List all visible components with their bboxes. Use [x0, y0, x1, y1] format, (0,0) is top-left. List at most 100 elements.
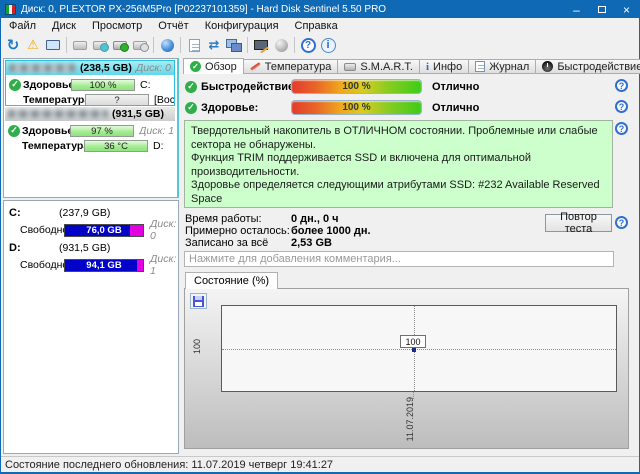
- disk-clock-icon[interactable]: [90, 35, 110, 55]
- title-bar: Диск: 0, PLEXTOR PX-256M5Pro [P022371013…: [1, 1, 639, 18]
- help-icon[interactable]: [615, 79, 628, 92]
- tab-log[interactable]: Журнал: [469, 59, 536, 74]
- tab-label: S.M.A.R.T.: [360, 61, 413, 73]
- tab-info[interactable]: Инфо: [420, 59, 469, 74]
- drive-letter: D:: [153, 140, 164, 152]
- partition-disk-number: Диск: 1: [150, 253, 178, 277]
- menu-view[interactable]: Просмотр: [84, 18, 150, 34]
- volume-label: [Восстанов: [154, 94, 174, 106]
- disk-name-blurred: [9, 64, 76, 72]
- health-meter: 100 %: [291, 100, 422, 115]
- assessment-line: Функция TRIM поддерживается SSD и включе…: [191, 152, 606, 179]
- menu-report[interactable]: Отчёт: [150, 18, 196, 34]
- warning-icon[interactable]: [23, 35, 43, 55]
- app-window: Диск: 0, PLEXTOR PX-256M5Pro [P022371013…: [0, 0, 640, 474]
- toolbar-separator: [153, 37, 154, 53]
- partition-entry-d[interactable]: D: (931,5 GB) Свободно 94,1 GB Диск: 1: [4, 241, 178, 273]
- minimize-button[interactable]: –: [564, 1, 589, 18]
- close-button[interactable]: ×: [614, 1, 639, 18]
- tab-temperature[interactable]: Температура: [244, 59, 339, 74]
- disk-search-icon[interactable]: [130, 35, 150, 55]
- tab-bar: Обзор Температура S.M.A.R.T. Инфо Журнал…: [183, 58, 640, 74]
- check-icon: [185, 102, 197, 114]
- toolbar-separator: [247, 37, 248, 53]
- retest-button[interactable]: Повтор теста: [545, 214, 612, 232]
- help-icon[interactable]: [298, 35, 318, 55]
- tab-label: Температура: [265, 61, 332, 73]
- help-icon[interactable]: [615, 122, 628, 135]
- toolbar-separator: [294, 37, 295, 53]
- disk-number: Диск: 1: [139, 125, 174, 137]
- temperature-bar: 36 °C: [84, 140, 148, 152]
- disk-entry-0[interactable]: (238,5 GB) Диск: 0 Здоровье: 100 % C: Те…: [5, 60, 175, 106]
- screenshot-icon[interactable]: [43, 35, 63, 55]
- disk-icon[interactable]: [70, 35, 90, 55]
- dotted-hline: [222, 349, 616, 350]
- health-check-icon: [8, 125, 20, 137]
- health-bar: 100 %: [71, 79, 135, 91]
- maximize-button[interactable]: [589, 1, 614, 18]
- tab-performance[interactable]: Быстродействие: [536, 59, 640, 74]
- help-icon[interactable]: [615, 216, 628, 229]
- disk-list-panel: (238,5 GB) Диск: 0 Здоровье: 100 % C: Те…: [3, 58, 179, 198]
- tab-overview[interactable]: Обзор: [183, 58, 244, 74]
- status-text: Состояние последнего обновления: 11.07.2…: [5, 459, 333, 471]
- partition-letter: C:: [9, 207, 59, 219]
- health-status: Отлично: [432, 102, 479, 114]
- partition-letter: D:: [9, 242, 59, 254]
- remote-desktop-icon[interactable]: [251, 35, 271, 55]
- partition-panel: C: (237,9 GB) Свободно 76,0 GB Диск: 0 D…: [3, 200, 179, 454]
- menu-bar: Файл Диск Просмотр Отчёт Конфигурация Сп…: [1, 18, 639, 34]
- disk-entry-1[interactable]: (931,5 GB) Здоровье: 97 % Диск: 1 Темпер…: [5, 107, 175, 153]
- refresh-icon[interactable]: [3, 35, 23, 55]
- disk-icon: [344, 63, 356, 71]
- save-chart-button[interactable]: [190, 293, 207, 309]
- disk-check-icon[interactable]: [110, 35, 130, 55]
- help-icon[interactable]: [615, 100, 628, 113]
- sync-icon[interactable]: [204, 35, 224, 55]
- toolbar-separator: [180, 37, 181, 53]
- stat-label: Примерно осталось:: [185, 225, 291, 237]
- tab-smart[interactable]: S.M.A.R.T.: [338, 59, 420, 74]
- window-title: Диск: 0, PLEXTOR PX-256M5Pro [P022371013…: [21, 4, 386, 15]
- status-bar: Состояние последнего обновления: 11.07.2…: [1, 456, 639, 472]
- check-icon: [185, 81, 197, 93]
- menu-help[interactable]: Справка: [287, 18, 346, 34]
- disk-header: (238,5 GB) Диск: 0: [6, 61, 174, 75]
- performance-row: Быстродействие: 100 % Отлично: [185, 79, 479, 94]
- network-icon[interactable]: [224, 35, 244, 55]
- menu-configuration[interactable]: Конфигурация: [197, 18, 287, 34]
- chart-tab-status[interactable]: Состояние (%): [185, 272, 278, 289]
- info-icon[interactable]: [318, 35, 338, 55]
- free-space-value: 76,0 GB: [86, 225, 121, 236]
- health-bar: 97 %: [70, 125, 134, 137]
- globe-disk-icon[interactable]: [157, 35, 177, 55]
- disk-header: (931,5 GB): [5, 107, 175, 121]
- partition-disk-number: Диск: 0: [150, 218, 178, 242]
- temperature-bar: ?: [85, 94, 149, 106]
- status-chart-panel: 100 100 11.07.2019: [184, 288, 629, 449]
- toolbar: [1, 34, 639, 56]
- menu-disk[interactable]: Диск: [44, 18, 84, 34]
- free-space-value: 94,1 GB: [86, 260, 121, 271]
- data-point-label: 100: [400, 335, 426, 348]
- used-segment: [130, 225, 143, 236]
- report-icon[interactable]: [184, 35, 204, 55]
- performance-meter: 100 %: [291, 79, 422, 94]
- free-space-bar: 94,1 GB: [64, 259, 144, 272]
- app-icon: [5, 4, 16, 15]
- sound-icon[interactable]: [271, 35, 291, 55]
- journal-icon: [475, 61, 485, 72]
- comment-input[interactable]: [184, 251, 614, 267]
- stat-value: более 1000 дн.: [291, 225, 371, 237]
- used-segment: [137, 260, 143, 271]
- health-row: Здоровье: 100 % Отлично: [185, 100, 479, 115]
- performance-status: Отлично: [432, 81, 479, 93]
- temperature-label: Температура:: [23, 94, 85, 106]
- partition-entry-c[interactable]: C: (237,9 GB) Свободно 76,0 GB Диск: 0: [4, 206, 178, 238]
- y-axis-tick: 100: [192, 339, 202, 354]
- temperature-label: Температура:: [22, 140, 84, 152]
- tab-label: Инфо: [433, 61, 462, 73]
- x-axis-date: 11.07.2019: [405, 397, 415, 441]
- menu-file[interactable]: Файл: [1, 18, 44, 34]
